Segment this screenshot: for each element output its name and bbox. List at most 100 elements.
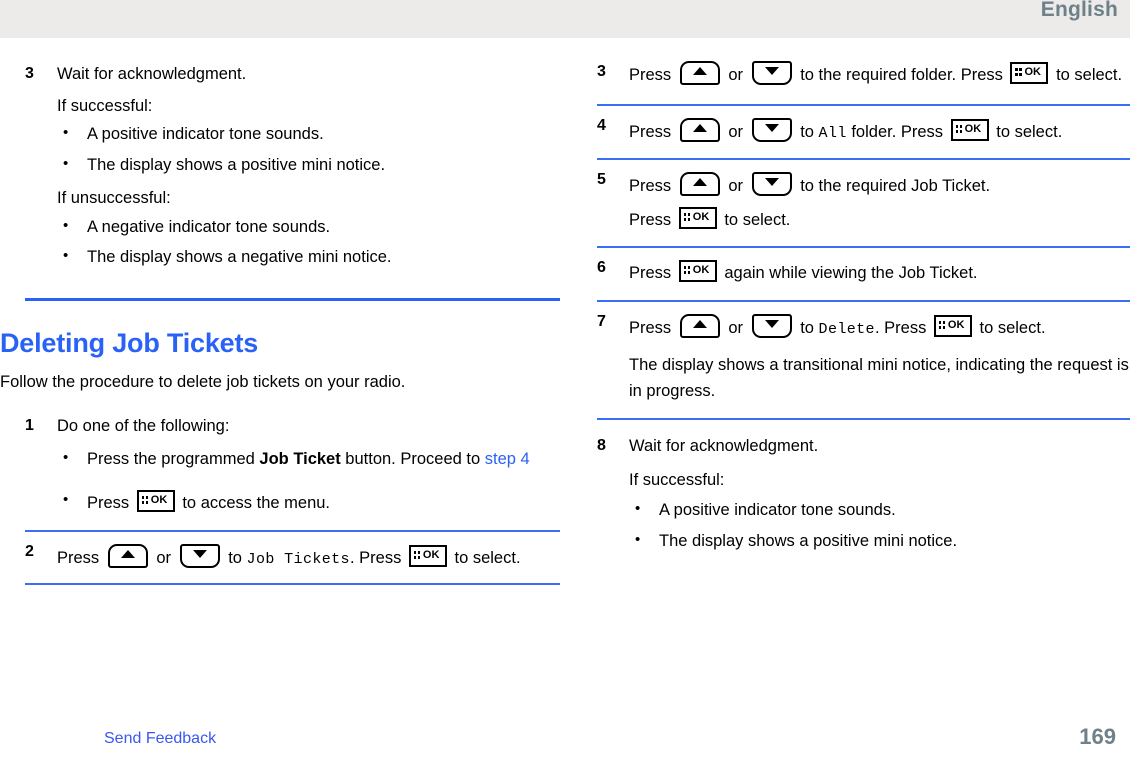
- text-or: or: [151, 548, 176, 567]
- text-press: Press: [629, 66, 676, 84]
- step-instruction-2: Press OK to select.: [629, 207, 1130, 234]
- success-label: If successful:: [57, 96, 153, 115]
- menu-item-job-tickets: Job Tickets: [246, 550, 350, 568]
- step-body: Do one of the following: Press the progr…: [57, 414, 560, 515]
- menu-item-all: All: [818, 125, 847, 143]
- text-again-viewing: again while viewing the Job Ticket.: [719, 264, 978, 283]
- step-body: Wait for acknowledgment. If successful: …: [57, 62, 560, 270]
- ok-menu-key-icon: OK: [678, 260, 717, 283]
- failure-label: If unsuccessful:: [57, 188, 171, 207]
- bullet-text-pre: Press the programmed: [87, 449, 260, 468]
- right-step-3: 3 Press or to the required folder. Press…: [597, 60, 1130, 91]
- step-number: 6: [597, 259, 606, 277]
- success-bullet-list: A positive indicator tone sounds. The di…: [57, 122, 560, 178]
- right-step-5: 5 Press or to the required Job Ticket. P…: [597, 171, 1130, 234]
- step-body: Press or to Delete. Press OK to select. …: [629, 313, 1130, 405]
- ok-menu-key-icon: OK: [1010, 62, 1049, 84]
- section-intro-text: Follow the procedure to delete job ticke…: [0, 373, 406, 392]
- job-ticket-button-name: Job Ticket: [259, 449, 341, 468]
- step-number: 3: [25, 65, 34, 82]
- page-header-band: English: [0, 0, 1130, 38]
- page-number: 169: [1079, 724, 1116, 749]
- left-step-1: 1 Do one of the following: Press the pro…: [25, 414, 560, 515]
- text-job-ticket: to the required Job Ticket.: [795, 176, 991, 195]
- step1-option-list: Press the programmed Job Ticket button. …: [57, 447, 560, 516]
- step-lead-text: Do one of the following:: [57, 417, 230, 436]
- send-feedback-link[interactable]: Send Feedback: [104, 730, 216, 748]
- failure-bullet-list: A negative indicator tone sounds. The di…: [57, 215, 560, 271]
- text-or: or: [723, 66, 748, 84]
- step-divider: [597, 418, 1130, 421]
- text-select: to select.: [719, 211, 791, 230]
- step-number: 8: [597, 437, 606, 455]
- step-lead-text: Wait for acknowledgment.: [629, 437, 819, 456]
- ok-menu-key-icon: OK: [933, 314, 972, 337]
- step-instruction: Press or to the required folder. Press O…: [629, 60, 1130, 91]
- list-item: A negative indicator tone sounds.: [57, 215, 560, 240]
- step-body: Wait for acknowledgment. If successful: …: [629, 434, 1130, 554]
- step-divider: [25, 529, 560, 532]
- text-folder-press: folder. Press: [846, 123, 948, 142]
- step-divider: [597, 299, 1130, 302]
- step-lead-text: Wait for acknowledgment.: [57, 65, 247, 83]
- bullet-text-pre: Press: [87, 493, 134, 512]
- right-step-7: 7 Press or to Delete. Press OK to select…: [597, 313, 1130, 405]
- text-select: to select.: [1051, 66, 1123, 84]
- ok-menu-key-icon: OK: [136, 489, 175, 512]
- list-item: The display shows a positive mini notice…: [629, 529, 1130, 554]
- page-footer: Send Feedback 169: [0, 722, 1130, 762]
- step-4-cross-reference-link[interactable]: step 4: [485, 450, 530, 468]
- step-number: 7: [597, 312, 606, 330]
- bullet-text-post: to access the menu.: [177, 493, 331, 512]
- menu-item-delete: Delete: [818, 320, 875, 338]
- step-body: Press or to the required folder. Press O…: [629, 60, 1130, 91]
- success-bullet-list: A positive indicator tone sounds. The di…: [629, 498, 1130, 554]
- page-content: 3 Wait for acknowledgment. If successful…: [0, 38, 1130, 724]
- text-press2: . Press: [874, 318, 931, 337]
- text-select: to select.: [974, 318, 1046, 337]
- step-divider: [597, 157, 1130, 160]
- right-step-8: 8 Wait for acknowledgment. If successful…: [597, 434, 1130, 554]
- step-number: 2: [25, 542, 34, 560]
- up-arrow-key-icon: [679, 118, 720, 143]
- up-arrow-key-icon: [107, 543, 148, 568]
- text-to: to: [795, 318, 819, 337]
- list-item: The display shows a negative mini notice…: [57, 245, 560, 270]
- text-or: or: [723, 123, 748, 142]
- step-number: 3: [597, 63, 606, 80]
- text-to: to: [795, 123, 819, 142]
- step-instruction: Press OK again while viewing the Job Tic…: [629, 260, 1130, 287]
- left-step-2: 2 Press or to Job Tickets. Press OK to s…: [25, 543, 560, 572]
- step-number: 1: [25, 417, 34, 435]
- text-select: to select.: [449, 548, 521, 567]
- text-folder: to the required folder. Press: [795, 66, 1008, 84]
- text-press: Press: [629, 123, 676, 142]
- right-step-4: 4 Press or to All folder. Press OK to se…: [597, 117, 1130, 146]
- up-arrow-key-icon: [679, 171, 720, 196]
- text-select: to select.: [991, 123, 1063, 142]
- step-divider: [597, 246, 1130, 249]
- right-step-6: 6 Press OK again while viewing the Job T…: [597, 259, 1130, 287]
- step-body: Press or to Job Tickets. Press OK to sel…: [57, 543, 560, 572]
- step-instruction: Press or to All folder. Press OK to sele…: [629, 118, 1130, 146]
- header-language-label: English: [1040, 0, 1118, 21]
- step-body: Press or to the required Job Ticket. Pre…: [629, 171, 1130, 234]
- list-item: Press the programmed Job Ticket button. …: [57, 447, 560, 472]
- ok-menu-key-icon: OK: [678, 207, 717, 230]
- step-body: Press OK again while viewing the Job Tic…: [629, 260, 1130, 287]
- page-title: Deleting Job Tickets: [0, 328, 259, 359]
- list-item: The display shows a positive mini notice…: [57, 153, 560, 178]
- text-press: Press: [57, 548, 104, 567]
- list-item: A positive indicator tone sounds.: [57, 122, 560, 147]
- section-divider: [25, 298, 560, 302]
- up-arrow-key-icon: [679, 313, 720, 338]
- list-item: A positive indicator tone sounds.: [629, 498, 1130, 523]
- success-label: If successful:: [629, 470, 725, 489]
- left-column: 3 Wait for acknowledgment. If successful…: [0, 38, 560, 586]
- text-press: Press: [629, 318, 676, 337]
- step-note: The display shows a transitional mini no…: [629, 356, 1129, 400]
- step-divider: [597, 104, 1130, 107]
- list-item: Press OK to access the menu.: [57, 489, 560, 516]
- text-or: or: [723, 318, 748, 337]
- text-to: to: [223, 548, 247, 567]
